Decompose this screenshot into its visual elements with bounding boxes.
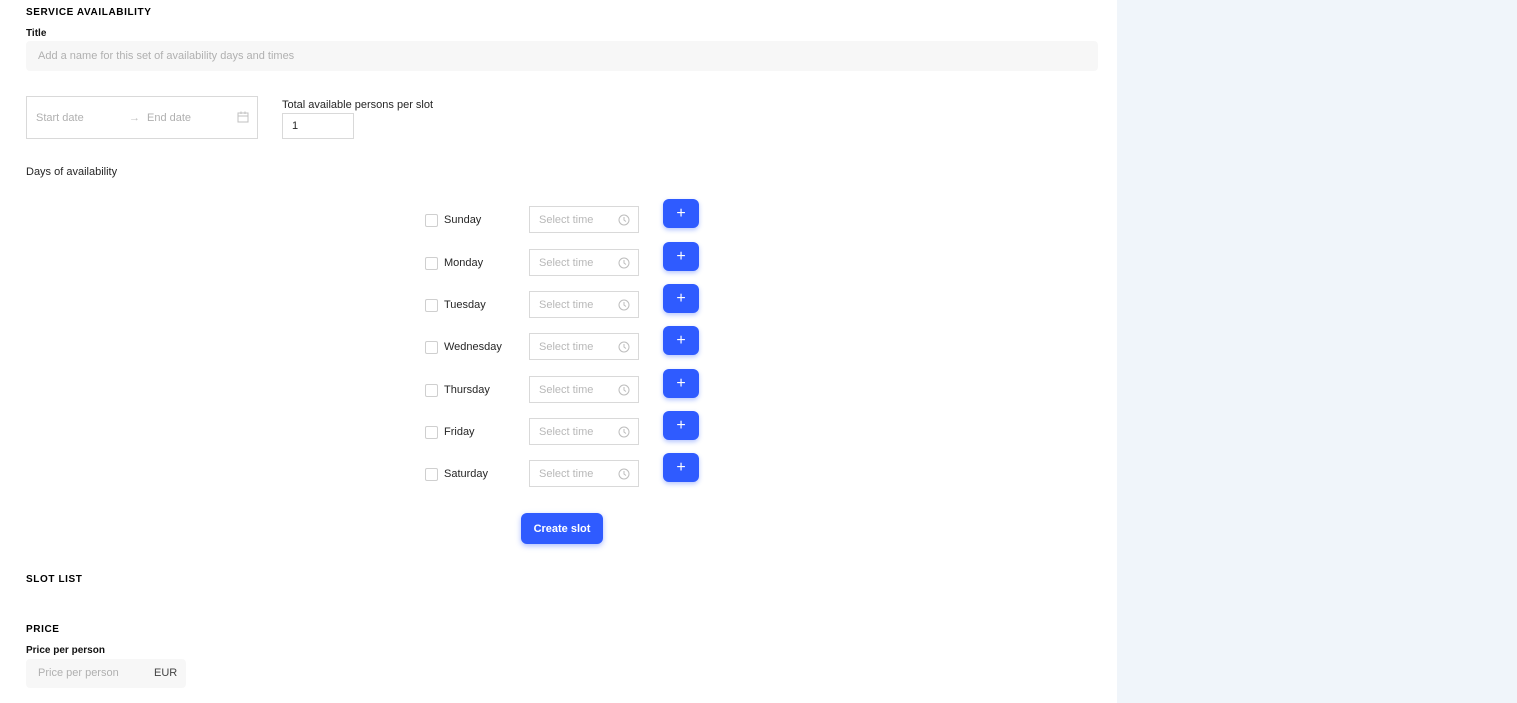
- create-slot-button[interactable]: Create slot: [521, 513, 603, 544]
- plus-icon: +: [676, 205, 686, 222]
- clock-icon: [618, 426, 630, 441]
- days-of-availability-label: Days of availability: [26, 166, 118, 178]
- time-select[interactable]: Select time: [529, 206, 639, 233]
- side-panel: [1117, 0, 1517, 703]
- day-row-friday: Friday Select time +: [425, 411, 705, 448]
- time-select[interactable]: Select time: [529, 418, 639, 445]
- calendar-icon: [237, 111, 249, 126]
- day-name: Friday: [444, 426, 475, 438]
- add-time-button[interactable]: +: [663, 411, 699, 440]
- main-panel: SERVICE AVAILABILITY Title Start date → …: [0, 0, 1117, 703]
- plus-icon: +: [676, 459, 686, 476]
- service-availability-heading: SERVICE AVAILABILITY: [26, 7, 152, 18]
- clock-icon: [618, 299, 630, 314]
- day-row-saturday: Saturday Select time +: [425, 453, 705, 490]
- time-placeholder: Select time: [539, 214, 594, 226]
- clock-icon: [618, 214, 630, 229]
- day-row-wednesday: Wednesday Select time +: [425, 326, 705, 363]
- plus-icon: +: [676, 290, 686, 307]
- plus-icon: +: [676, 417, 686, 434]
- time-select[interactable]: Select time: [529, 376, 639, 403]
- time-placeholder: Select time: [539, 426, 594, 438]
- plus-icon: +: [676, 332, 686, 349]
- day-checkbox[interactable]: [425, 341, 438, 354]
- day-checkbox[interactable]: [425, 257, 438, 270]
- time-select[interactable]: Select time: [529, 460, 639, 487]
- day-checkbox[interactable]: [425, 384, 438, 397]
- plus-icon: +: [676, 248, 686, 265]
- day-row-sunday: Sunday Select time +: [425, 199, 705, 236]
- add-time-button[interactable]: +: [663, 369, 699, 398]
- add-time-button[interactable]: +: [663, 284, 699, 313]
- end-date-field[interactable]: End date: [147, 112, 191, 124]
- day-name: Monday: [444, 257, 484, 269]
- persons-per-slot-input[interactable]: [282, 113, 354, 139]
- day-checkbox[interactable]: [425, 299, 438, 312]
- start-date-field[interactable]: Start date: [36, 112, 84, 124]
- day-checkbox[interactable]: [425, 426, 438, 439]
- add-time-button[interactable]: +: [663, 199, 699, 228]
- arrow-right-icon: →: [129, 111, 140, 124]
- clock-icon: [618, 257, 630, 272]
- day-checkbox[interactable]: [425, 214, 438, 227]
- time-placeholder: Select time: [539, 384, 594, 396]
- day-checkbox[interactable]: [425, 468, 438, 481]
- time-placeholder: Select time: [539, 341, 594, 353]
- time-placeholder: Select time: [539, 299, 594, 311]
- clock-icon: [618, 341, 630, 356]
- slot-list-heading: SLOT LIST: [26, 574, 83, 585]
- price-heading: PRICE: [26, 624, 60, 635]
- add-time-button[interactable]: +: [663, 242, 699, 271]
- time-placeholder: Select time: [539, 257, 594, 269]
- title-input[interactable]: [26, 41, 1098, 71]
- add-time-button[interactable]: +: [663, 326, 699, 355]
- plus-icon: +: [676, 375, 686, 392]
- currency-label: EUR: [154, 667, 178, 679]
- time-placeholder: Select time: [539, 468, 594, 480]
- day-name: Wednesday: [444, 341, 502, 353]
- clock-icon: [618, 468, 630, 483]
- title-label: Title: [26, 28, 47, 39]
- price-placeholder: Price per person: [38, 667, 119, 679]
- add-time-button[interactable]: +: [663, 453, 699, 482]
- time-select[interactable]: Select time: [529, 333, 639, 360]
- day-row-thursday: Thursday Select time +: [425, 369, 705, 406]
- clock-icon: [618, 384, 630, 399]
- date-range-picker[interactable]: Start date → End date: [26, 96, 258, 139]
- persons-per-slot-label: Total available persons per slot: [282, 99, 434, 111]
- day-name: Saturday: [444, 468, 489, 480]
- day-name: Thursday: [444, 384, 490, 396]
- price-input[interactable]: Price per person EUR: [26, 659, 186, 688]
- time-select[interactable]: Select time: [529, 249, 639, 276]
- day-name: Tuesday: [444, 299, 486, 311]
- day-name: Sunday: [444, 214, 482, 226]
- day-row-monday: Monday Select time +: [425, 242, 705, 279]
- day-row-tuesday: Tuesday Select time +: [425, 284, 705, 321]
- time-select[interactable]: Select time: [529, 291, 639, 318]
- price-per-person-label: Price per person: [26, 645, 105, 656]
